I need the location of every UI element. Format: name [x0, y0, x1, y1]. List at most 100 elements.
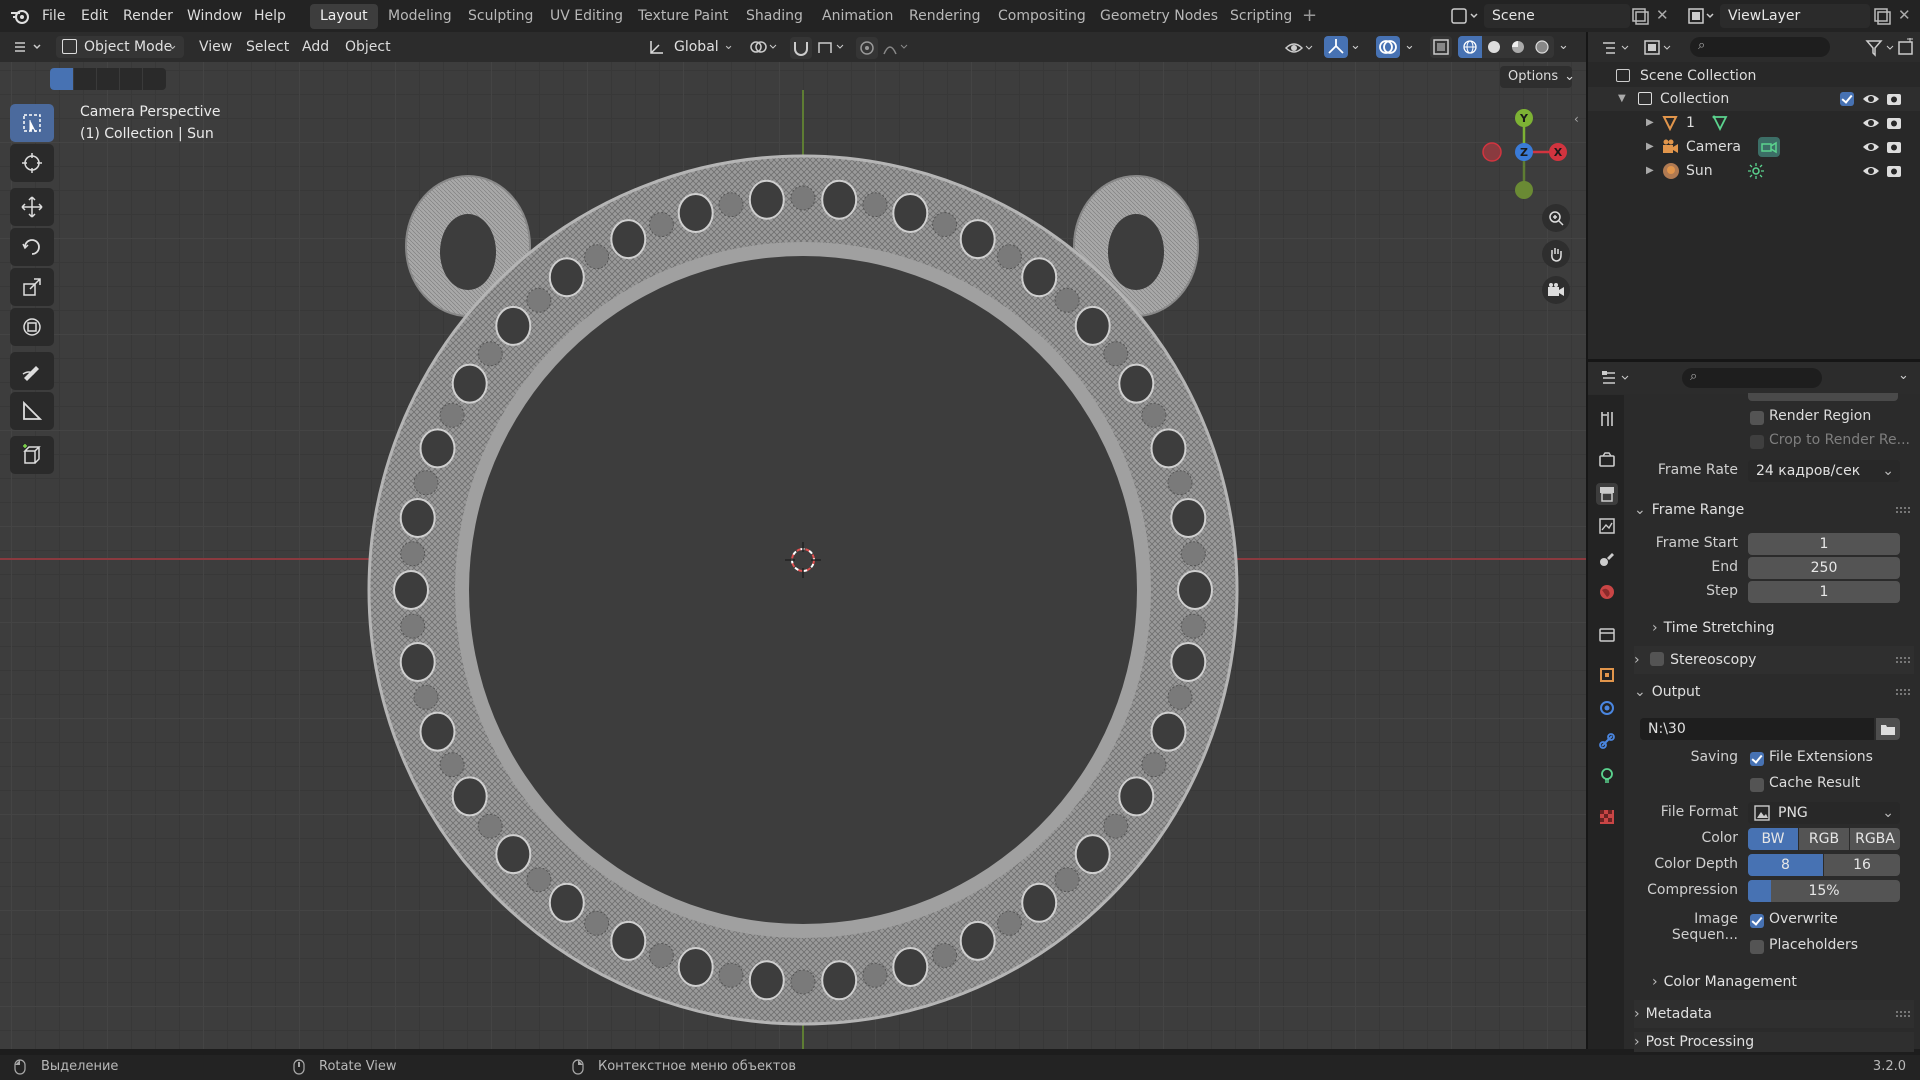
expand-arrow-icon[interactable]: ▶ — [1646, 159, 1654, 183]
outliner-row-sun[interactable]: ▶ Sun — [1588, 159, 1920, 183]
folder-icon[interactable] — [1876, 718, 1900, 740]
transform-orientation-dropdown[interactable]: Global ⌄ — [644, 36, 738, 58]
properties-editor-icon[interactable] — [1600, 368, 1632, 388]
eye-icon[interactable] — [1862, 159, 1880, 191]
navigation-gizmo[interactable]: Y Z X — [1474, 102, 1574, 202]
panel-divider-horizontal[interactable] — [1588, 359, 1920, 362]
select-new-icon[interactable] — [50, 68, 73, 90]
overlay-dropdown-icon[interactable]: ⌄ — [1404, 38, 1415, 53]
tab-layout[interactable]: Layout — [310, 4, 378, 29]
stereoscopy-checkbox[interactable] — [1650, 652, 1665, 666]
proportional-edit-icon[interactable] — [856, 37, 878, 59]
material-shading-icon[interactable] — [1506, 36, 1530, 58]
overlay-toggle-icon[interactable] — [1376, 36, 1400, 58]
outliner-editor-icon[interactable] — [1600, 38, 1632, 58]
tool-tab-icon[interactable] — [1596, 408, 1618, 430]
options-dropdown[interactable]: Options ⌄ — [1500, 66, 1575, 88]
transform-tool-icon[interactable] — [10, 308, 54, 346]
tab-animation[interactable]: Animation — [812, 4, 903, 29]
visibility-selectability-icon[interactable] — [1284, 38, 1316, 58]
move-tool-icon[interactable] — [10, 188, 54, 226]
output-path-field[interactable]: N:\30 — [1640, 718, 1874, 740]
tab-geometry-nodes[interactable]: Geometry Nodes — [1090, 4, 1228, 29]
mode-dropdown[interactable]: Object Mode ⌄ — [56, 36, 184, 58]
color-rgba-button[interactable]: RGBA — [1850, 828, 1900, 850]
blender-logo-icon[interactable] — [10, 7, 30, 25]
tab-shading[interactable]: Shading — [736, 4, 813, 29]
outliner-row-collection[interactable]: ▼ Collection — [1588, 87, 1920, 111]
menu-object[interactable]: Object — [345, 32, 391, 62]
editor-type-icon[interactable] — [12, 37, 46, 57]
constraints-tab-icon[interactable] — [1596, 730, 1618, 752]
expand-arrow-icon[interactable]: ▶ — [1646, 111, 1654, 135]
display-mode-icon[interactable] — [1642, 38, 1674, 58]
metadata-section-header[interactable]: › Metadata — [1634, 1000, 1914, 1028]
stereoscopy-section-header[interactable]: › Stereoscopy — [1634, 646, 1914, 674]
file-format-dropdown[interactable]: PNG ⌄ — [1748, 802, 1900, 824]
wireframe-shading-icon[interactable] — [1458, 36, 1482, 58]
rotate-tool-icon[interactable] — [10, 228, 54, 266]
file-extensions-checkbox[interactable] — [1750, 752, 1764, 766]
pan-hand-icon[interactable] — [1542, 240, 1570, 268]
color-depth-8-button[interactable]: 8 — [1748, 854, 1823, 876]
color-bw-button[interactable]: BW — [1748, 828, 1798, 850]
shading-buttons[interactable] — [1458, 36, 1554, 58]
select-box-tool-icon[interactable] — [10, 104, 54, 142]
outliner-row-mesh[interactable]: ▶ 1 — [1588, 111, 1920, 135]
scene-name-field[interactable]: Scene — [1484, 4, 1630, 28]
color-rgb-button[interactable]: RGB — [1799, 828, 1849, 850]
add-workspace-icon[interactable]: + — [1302, 0, 1317, 32]
new-view-layer-icon[interactable] — [1872, 6, 1892, 26]
snap-icon[interactable] — [790, 37, 812, 59]
menu-select[interactable]: Select — [246, 32, 289, 62]
frame-rate-dropdown[interactable]: 24 кадров/сек ⌄ — [1748, 460, 1900, 482]
texture-tab-icon[interactable] — [1596, 806, 1618, 828]
gizmo-toggle-icon[interactable] — [1324, 36, 1348, 58]
annotate-tool-icon[interactable] — [10, 352, 54, 390]
shading-dropdown-icon[interactable]: ⌄ — [1558, 38, 1569, 53]
compression-slider[interactable]: 15% — [1748, 880, 1900, 902]
color-management-section-header[interactable]: › Color Management — [1652, 968, 1920, 996]
drag-handle-icon[interactable] — [1896, 689, 1910, 695]
tab-compositing[interactable]: Compositing — [988, 4, 1096, 29]
menu-file[interactable]: File — [42, 0, 65, 32]
pivot-point-icon[interactable] — [748, 38, 780, 58]
view-layer-icon[interactable] — [1686, 6, 1716, 26]
select-extend-icon[interactable] — [73, 68, 96, 90]
filter-icon[interactable] — [1864, 38, 1898, 58]
scene-selector-icon[interactable] — [1450, 6, 1480, 26]
delete-view-layer-icon[interactable]: ✕ — [1898, 6, 1918, 26]
post-processing-section-header[interactable]: › Post Processing — [1634, 1032, 1914, 1052]
end-field[interactable]: 250 — [1748, 557, 1900, 579]
view-layer-tab-icon[interactable] — [1596, 515, 1618, 537]
render-tab-icon[interactable] — [1596, 449, 1618, 471]
measure-tool-icon[interactable] — [10, 392, 54, 430]
new-collection-icon[interactable] — [1896, 36, 1916, 58]
delete-scene-icon[interactable]: ✕ — [1656, 6, 1676, 26]
solid-shading-icon[interactable] — [1482, 36, 1506, 58]
drag-handle-icon[interactable] — [1896, 1011, 1910, 1017]
menu-edit[interactable]: Edit — [81, 0, 108, 32]
outliner-row-scene-collection[interactable]: Scene Collection — [1588, 64, 1920, 88]
select-subtract-icon[interactable] — [96, 68, 119, 90]
crop-checkbox[interactable] — [1750, 435, 1764, 449]
3d-cursor-icon[interactable] — [785, 542, 821, 578]
falloff-icon[interactable] — [882, 38, 912, 58]
add-cube-tool-icon[interactable] — [10, 436, 54, 474]
cache-result-checkbox[interactable] — [1750, 778, 1764, 792]
object-tab-icon[interactable] — [1596, 664, 1618, 686]
drag-handle-icon[interactable] — [1896, 507, 1910, 513]
tab-modeling[interactable]: Modeling — [378, 4, 462, 29]
menu-window[interactable]: Window — [187, 0, 242, 32]
tab-scripting[interactable]: Scripting — [1220, 4, 1302, 29]
chevron-down-icon[interactable]: ⌄ — [1898, 368, 1909, 383]
select-mode-buttons[interactable] — [50, 68, 166, 90]
tab-texture-paint[interactable]: Texture Paint — [628, 4, 738, 29]
placeholders-checkbox[interactable] — [1750, 940, 1764, 954]
data-tab-icon[interactable] — [1596, 764, 1618, 786]
expand-arrow-icon[interactable]: ▼ — [1618, 87, 1626, 111]
world-tab-icon[interactable] — [1596, 581, 1618, 603]
output-tab-icon[interactable] — [1596, 483, 1618, 505]
output-section-header[interactable]: ⌄ Output — [1634, 678, 1914, 706]
color-depth-16-button[interactable]: 16 — [1824, 854, 1900, 876]
